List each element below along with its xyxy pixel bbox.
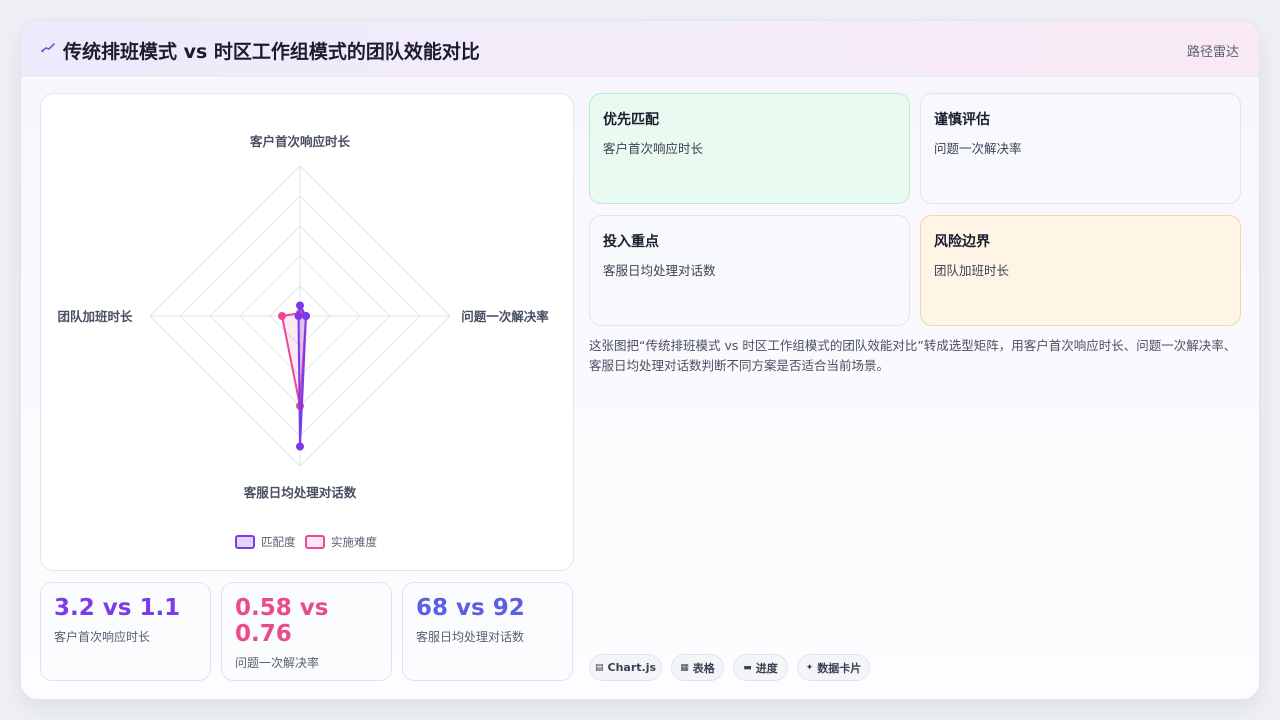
- stat-label: 客户首次响应时长: [54, 630, 151, 644]
- radar-legend[interactable]: 匹配度 实施难度: [235, 535, 377, 549]
- chart-type-badge: 路径雷达: [1186, 45, 1239, 60]
- stat-label: 问题一次解决率: [235, 656, 320, 670]
- stat-label: 客服日均处理对话数: [416, 630, 525, 644]
- tile-title: 谨慎评估: [934, 112, 990, 128]
- legend-swatch: [235, 535, 255, 549]
- radar-data-point: [294, 312, 303, 320]
- table-icon: ▦: [680, 662, 689, 673]
- radar-data-point: [296, 301, 304, 310]
- tile-priority-match: 优先匹配 客户首次响应时长: [589, 93, 910, 204]
- radar-series-area: [297, 304, 307, 448]
- tag-progress[interactable]: ▬ 进度: [733, 654, 788, 681]
- radar-chart-panel: 客户首次响应时长问题一次解决率客服日均处理对话数 团队加班时长 匹配度 实施难度: [40, 93, 574, 571]
- tile-title: 优先匹配: [603, 112, 659, 128]
- tile-investment-focus: 投入重点 客服日均处理对话数: [589, 215, 910, 326]
- legend-label: 匹配度: [261, 535, 296, 549]
- tag-label: Chart.js: [607, 661, 657, 674]
- dashboard-card: 传统排班模式 vs 时区工作组模式的团队效能对比 路径雷达 客户首次响应时长问题…: [20, 20, 1260, 700]
- tile-title: 风险边界: [934, 234, 990, 250]
- radar-axis-label: 问题一次解决率: [461, 309, 549, 324]
- stat-card-response: 3.2 vs 1.1 客户首次响应时长: [40, 582, 211, 681]
- tag-data-card[interactable]: ✦ 数据卡片: [797, 654, 870, 681]
- tile-careful-evaluation: 谨慎评估 问题一次解决率: [920, 93, 1241, 204]
- tile-text: 客户首次响应时长: [603, 141, 704, 156]
- radar-chart: 客户首次响应时长问题一次解决率客服日均处理对话数 团队加班时长 匹配度 实施难度: [57, 134, 549, 549]
- chart-description: 这张图把“传统排班模式 vs 时区工作组模式的团队效能对比”转成选型矩阵，用客户…: [589, 338, 1237, 373]
- stat-value: 68 vs 92: [416, 595, 525, 621]
- radar-data-point: [278, 312, 286, 320]
- tag-table[interactable]: ▦ 表格: [671, 654, 724, 681]
- tile-title: 投入重点: [603, 234, 659, 250]
- radar-axis-label: 团队加班时长: [57, 309, 133, 324]
- radar-data-point: [296, 442, 304, 451]
- stat-value: 3.2 vs 1.1: [54, 595, 181, 621]
- progress-icon: ▬: [743, 662, 752, 673]
- header-bar: 传统排班模式 vs 时区工作组模式的团队效能对比 路径雷达: [21, 21, 1259, 77]
- tile-risk-boundary: 风险边界 团队加班时长: [920, 215, 1241, 326]
- tag-label: 进度: [755, 661, 778, 675]
- route-icon: [41, 43, 55, 53]
- page-title: 传统排班模式 vs 时区工作组模式的团队效能对比: [63, 41, 480, 63]
- radar-data-point: [302, 312, 310, 320]
- tile-text: 问题一次解决率: [934, 141, 1022, 156]
- legend-swatch: [305, 535, 325, 549]
- radar-axis-label: 客服日均处理对话数: [243, 485, 357, 500]
- tile-text: 客服日均处理对话数: [603, 263, 716, 278]
- tag-label: 数据卡片: [817, 661, 862, 675]
- stat-card-conversations: 68 vs 92 客服日均处理对话数: [402, 582, 573, 681]
- stat-card-resolution: 0.58 vs 0.76 问题一次解决率: [221, 582, 392, 681]
- chart-icon: ▤: [594, 662, 604, 673]
- tag-chartjs[interactable]: ▤ Chart.js: [589, 654, 662, 681]
- radar-axis-label: 客户首次响应时长: [249, 134, 351, 149]
- radar-series-group: [278, 301, 310, 451]
- stat-value: 0.58 vs 0.76: [235, 595, 329, 647]
- tag-label: 表格: [692, 661, 715, 675]
- legend-label: 实施难度: [331, 535, 377, 549]
- sparkle-icon: ✦: [805, 662, 814, 673]
- tile-text: 团队加班时长: [934, 263, 1010, 278]
